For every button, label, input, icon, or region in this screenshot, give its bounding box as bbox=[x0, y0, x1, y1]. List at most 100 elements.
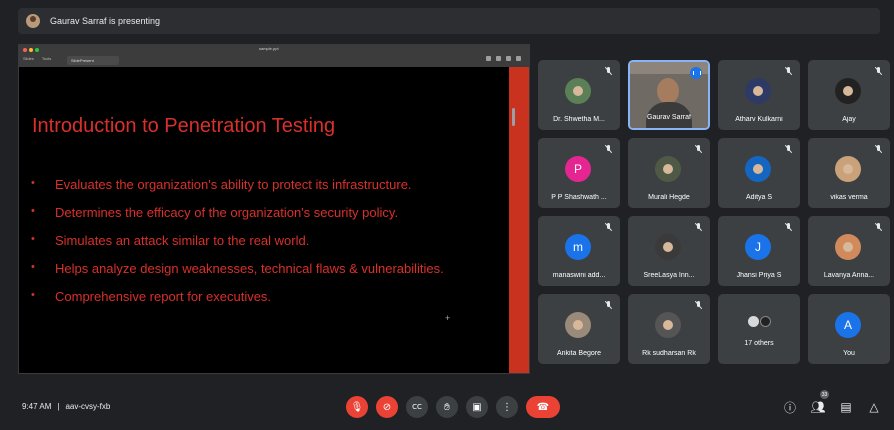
end-call-button[interactable]: ☎︎ bbox=[526, 396, 560, 418]
participant-tile[interactable]: Lavanya Anna... bbox=[808, 216, 890, 286]
participant-name: manaswini add... bbox=[552, 272, 606, 279]
more-options-icon: ⋮ bbox=[502, 401, 512, 413]
menu-item: Slides bbox=[23, 56, 34, 61]
avatar: m bbox=[565, 234, 591, 260]
mic-off-icon bbox=[695, 145, 702, 153]
avatar bbox=[745, 156, 771, 182]
meeting-code: aav-cvsy-fxb bbox=[65, 402, 111, 411]
present-icon: ▣ bbox=[472, 401, 482, 413]
participant-name: Jhansi Priya S bbox=[736, 272, 782, 279]
presenting-banner: Gaurav Sarraf is presenting bbox=[18, 8, 880, 34]
camera-toggle-button[interactable]: ⊘ bbox=[376, 396, 398, 418]
bullet-dot: • bbox=[31, 233, 35, 245]
others-tile[interactable]: 17 others bbox=[718, 294, 800, 364]
people-icon: 👥︎ bbox=[810, 400, 826, 414]
raise-hand-button[interactable]: ✋︎ bbox=[436, 396, 458, 418]
participant-tile[interactable]: Ankita Begore bbox=[538, 294, 620, 364]
participant-tile[interactable]: Dr. Shwetha M... bbox=[538, 60, 620, 130]
mic-off-icon bbox=[785, 67, 792, 75]
participant-name: P P Shashwath ... bbox=[551, 194, 607, 201]
activities-button[interactable]: △ bbox=[866, 399, 882, 415]
avatar bbox=[835, 156, 861, 182]
participant-tile[interactable]: Aditya S bbox=[718, 138, 800, 208]
participant-tile[interactable]: Murali Hegde bbox=[628, 138, 710, 208]
captions-icon: CC bbox=[412, 403, 422, 411]
avatar bbox=[835, 234, 861, 260]
meeting-info-button[interactable]: ⓘ bbox=[782, 399, 798, 415]
presenter-app-icons bbox=[486, 56, 521, 61]
captions-button[interactable]: CC bbox=[406, 396, 428, 418]
participant-name: Lavanya Anna... bbox=[823, 272, 875, 279]
presenter-avatar bbox=[26, 14, 40, 28]
presenter-app-toolbar: sample.ppt Slides Tools SlidePresent bbox=[19, 45, 529, 67]
separator: | bbox=[57, 402, 60, 411]
avatar bbox=[655, 156, 681, 182]
participant-tile[interactable]: vikas verma bbox=[808, 138, 890, 208]
bullet-text: Determines the efficacy of the organizat… bbox=[55, 205, 399, 220]
activities-icon: △ bbox=[869, 400, 879, 414]
participant-tile[interactable]: P P P Shashwath ... bbox=[538, 138, 620, 208]
participant-name: Dr. Shwetha M... bbox=[553, 116, 605, 123]
mic-toggle-button[interactable]: 🎙︎ bbox=[346, 396, 368, 418]
slide-bullet: • Evaluates the organization's ability to… bbox=[31, 177, 444, 205]
mic-off-icon bbox=[785, 223, 792, 231]
more-options-button[interactable]: ⋮ bbox=[496, 396, 518, 418]
mic-off-icon bbox=[605, 223, 612, 231]
bullet-dot: • bbox=[31, 177, 35, 189]
others-avatars bbox=[746, 312, 772, 330]
participant-name: SreeLasya Inn... bbox=[643, 272, 695, 279]
participant-name: You bbox=[843, 350, 855, 357]
mic-off-icon bbox=[605, 67, 612, 75]
participant-tile[interactable]: J Jhansi Priya S bbox=[718, 216, 800, 286]
participant-name: Aditya S bbox=[745, 194, 773, 201]
participant-tile[interactable]: Ajay bbox=[808, 60, 890, 130]
mic-off-icon bbox=[605, 301, 612, 309]
self-tile[interactable]: A You bbox=[808, 294, 890, 364]
menu-item: Tools bbox=[41, 56, 52, 61]
end-call-icon: ☎︎ bbox=[536, 401, 550, 413]
chat-button[interactable]: ▤ bbox=[838, 399, 854, 415]
slide-bullet: • Simulates an attack similar to the real… bbox=[31, 233, 444, 261]
slide-bullet-list: • Evaluates the organization's ability to… bbox=[31, 177, 444, 317]
shared-screen[interactable]: sample.ppt Slides Tools SlidePresent Int… bbox=[18, 44, 530, 374]
avatar: J bbox=[745, 234, 771, 260]
slide-title: Introduction to Penetration Testing bbox=[32, 115, 336, 137]
participant-tile[interactable]: SreeLasya Inn... bbox=[628, 216, 710, 286]
avatar bbox=[655, 234, 681, 260]
present-button[interactable]: ▣ bbox=[466, 396, 488, 418]
people-button[interactable]: 👥︎ bbox=[810, 399, 826, 415]
screen-scrollbar[interactable] bbox=[512, 108, 515, 126]
bullet-text: Evaluates the organization's ability to … bbox=[55, 177, 412, 192]
participant-name: Rk sudharsan Rk bbox=[642, 350, 696, 357]
presenting-text: Gaurav Sarraf is presenting bbox=[50, 16, 161, 26]
participant-name: Atharv Kulkarni bbox=[735, 116, 783, 123]
slide-bullet: • Comprehensive report for executives. bbox=[31, 289, 444, 317]
participant-tile-active-speaker[interactable]: Gaurav Sarraf bbox=[628, 60, 710, 130]
window-controls bbox=[23, 48, 39, 52]
participant-tile[interactable]: Rk sudharsan Rk bbox=[628, 294, 710, 364]
participant-tile[interactable]: Atharv Kulkarni bbox=[718, 60, 800, 130]
mic-off-icon bbox=[695, 301, 702, 309]
chat-icon: ▤ bbox=[840, 400, 852, 414]
camera-off-icon: ⊘ bbox=[382, 401, 392, 413]
avatar bbox=[565, 312, 591, 338]
avatar bbox=[655, 312, 681, 338]
participant-tile[interactable]: m manaswini add... bbox=[538, 216, 620, 286]
presentation-slide: Introduction to Penetration Testing • Eva… bbox=[19, 67, 509, 373]
mic-off-icon bbox=[875, 145, 882, 153]
presenter-app-menu: Slides Tools bbox=[23, 56, 51, 61]
mic-off-icon bbox=[605, 145, 612, 153]
bullet-dot: • bbox=[31, 289, 35, 301]
toolbar-icon bbox=[496, 56, 501, 61]
toolbar-icon bbox=[506, 56, 511, 61]
clock-time: 9:47 AM bbox=[22, 402, 52, 411]
participant-name: Ankita Begore bbox=[557, 350, 601, 357]
pointer-cursor-icon: + bbox=[445, 313, 451, 323]
avatar bbox=[835, 78, 861, 104]
bullet-text: Comprehensive report for executives. bbox=[55, 289, 272, 304]
avatar: A bbox=[835, 312, 861, 338]
participant-name: Ajay bbox=[842, 116, 856, 123]
presented-file-name: sample.ppt bbox=[259, 46, 279, 51]
document-tab: SlidePresent bbox=[67, 56, 119, 65]
meeting-details: 9:47 AM | aav-cvsy-fxb bbox=[22, 402, 110, 411]
